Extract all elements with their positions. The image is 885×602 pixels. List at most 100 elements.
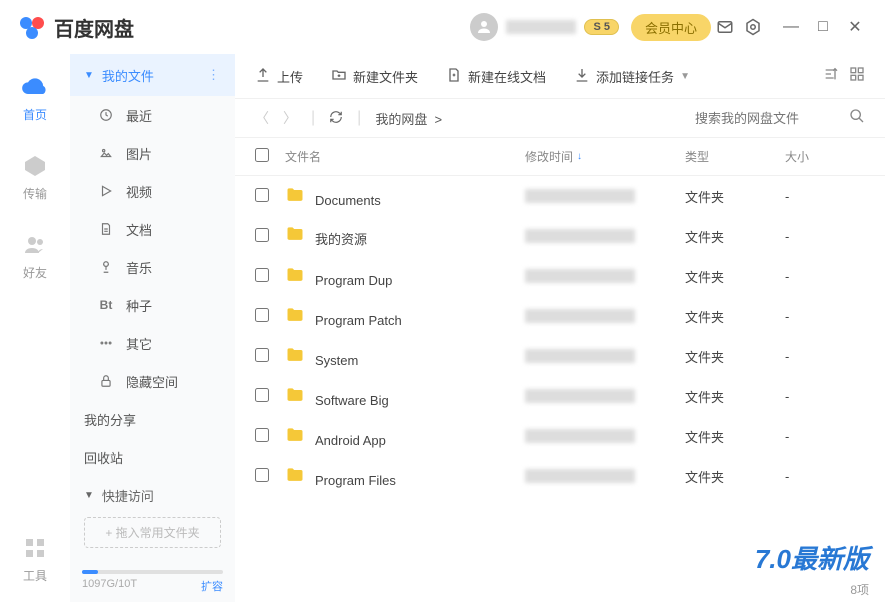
- nav-tools[interactable]: 工具: [20, 533, 50, 584]
- status-count: 8项: [850, 581, 869, 598]
- file-name: Android App: [285, 425, 525, 448]
- sidebar-item-label: 图片: [126, 144, 152, 163]
- sidebar-item-label: 视频: [126, 182, 152, 201]
- user-area: S 5: [470, 13, 619, 41]
- table-row[interactable]: Android App文件夹-: [235, 416, 885, 456]
- vip-center-button[interactable]: 会员中心: [631, 14, 711, 41]
- file-name: Program Dup: [285, 265, 525, 288]
- file-type: 文件夹: [685, 267, 785, 286]
- drop-hint[interactable]: + 拖入常用文件夹: [84, 517, 221, 548]
- clock-icon: [98, 108, 114, 122]
- cloud-icon: [20, 72, 50, 102]
- sidebar-item-music[interactable]: 音乐: [70, 248, 235, 286]
- sort-icon[interactable]: [823, 66, 839, 87]
- new-folder-button[interactable]: 新建文件夹: [331, 67, 418, 86]
- sidebar-item-doc[interactable]: 文档: [70, 210, 235, 248]
- table-row[interactable]: Program Dup文件夹-: [235, 256, 885, 296]
- upload-button[interactable]: 上传: [255, 67, 303, 86]
- version-watermark: 7.0最新版: [755, 539, 869, 576]
- minimize-button[interactable]: —: [777, 13, 805, 41]
- sidebar-item-label: 音乐: [126, 258, 152, 277]
- sidebar-item-play[interactable]: 视频: [70, 172, 235, 210]
- settings-icon[interactable]: [739, 13, 767, 41]
- file-name: Program Patch: [285, 305, 525, 328]
- avatar[interactable]: [470, 13, 498, 41]
- row-checkbox[interactable]: [255, 388, 269, 402]
- sidebar-item-label: 其它: [126, 334, 152, 353]
- tools-icon: [20, 533, 50, 563]
- sidebar-trash[interactable]: 回收站: [70, 438, 235, 476]
- sort-arrow-down-icon: ↓: [577, 151, 582, 162]
- new-doc-button[interactable]: 新建在线文档: [446, 67, 546, 86]
- col-type[interactable]: 类型: [685, 148, 785, 165]
- sidebar-quick-access[interactable]: ▼ 快捷访问: [70, 476, 235, 511]
- play-icon: [98, 184, 114, 198]
- back-button[interactable]: 〈: [255, 108, 269, 128]
- file-type: 文件夹: [685, 387, 785, 406]
- file-time: [525, 429, 685, 443]
- row-checkbox[interactable]: [255, 348, 269, 362]
- row-checkbox[interactable]: [255, 468, 269, 482]
- file-time: [525, 389, 685, 403]
- add-link-button[interactable]: 添加链接任务 ▼: [574, 67, 690, 86]
- breadcrumb[interactable]: 我的网盘 >: [375, 109, 442, 128]
- table-row[interactable]: System文件夹-: [235, 336, 885, 376]
- file-type: 文件夹: [685, 307, 785, 326]
- toolbar: 上传 新建文件夹 新建在线文档 添加链接任务 ▼: [235, 54, 885, 98]
- sidebar-item-lock[interactable]: 隐藏空间: [70, 362, 235, 400]
- search-input[interactable]: [695, 111, 835, 126]
- row-checkbox[interactable]: [255, 308, 269, 322]
- select-all-checkbox[interactable]: [255, 148, 269, 162]
- close-button[interactable]: ✕: [841, 13, 869, 41]
- sidebar-item-label: 种子: [126, 296, 152, 315]
- maximize-button[interactable]: □: [809, 13, 837, 41]
- sidebar-item-label: 隐藏空间: [126, 372, 178, 391]
- grid-view-icon[interactable]: [849, 66, 865, 87]
- row-checkbox[interactable]: [255, 268, 269, 282]
- file-time: [525, 309, 685, 323]
- table-row[interactable]: Documents文件夹-: [235, 176, 885, 216]
- chevron-down-icon: ▼: [680, 71, 690, 82]
- row-checkbox[interactable]: [255, 228, 269, 242]
- sidebar-item-label: 回收站: [84, 448, 123, 467]
- table-row[interactable]: 我的资源文件夹-: [235, 216, 885, 256]
- sidebar-item-clock[interactable]: 最近: [70, 96, 235, 134]
- sidebar-my-share[interactable]: 我的分享: [70, 400, 235, 438]
- nav-transfer[interactable]: 传输: [20, 151, 50, 202]
- file-size: -: [785, 229, 865, 244]
- col-size[interactable]: 大小: [785, 148, 865, 165]
- file-type: 文件夹: [685, 187, 785, 206]
- storage-bar: [82, 570, 223, 574]
- nav-home[interactable]: 首页: [20, 72, 50, 123]
- row-checkbox[interactable]: [255, 428, 269, 442]
- refresh-button[interactable]: [329, 110, 343, 127]
- sidebar-my-files[interactable]: ▼ 我的文件 ⋮: [70, 54, 235, 96]
- folder-icon: [285, 193, 305, 208]
- svip-badge: S 5: [584, 19, 619, 35]
- nav-friends[interactable]: 好友: [20, 230, 50, 281]
- nav-label: 好友: [23, 264, 47, 281]
- tool-label: 添加链接任务: [596, 67, 674, 86]
- folder-icon: [285, 313, 305, 328]
- sidebar-item-other[interactable]: 其它: [70, 324, 235, 362]
- folder-icon: [285, 232, 305, 247]
- row-checkbox[interactable]: [255, 188, 269, 202]
- storage-expand[interactable]: 扩容: [201, 578, 223, 594]
- col-time[interactable]: 修改时间 ↓: [525, 148, 685, 165]
- mail-icon[interactable]: [711, 13, 739, 41]
- sidebar-item-bt[interactable]: Bt种子: [70, 286, 235, 324]
- forward-button[interactable]: 〉: [283, 108, 297, 128]
- more-icon[interactable]: ⋮: [207, 67, 221, 83]
- file-type: 文件夹: [685, 347, 785, 366]
- col-name[interactable]: 文件名: [285, 148, 525, 165]
- transfer-icon: [20, 151, 50, 181]
- sidebar-item-image[interactable]: 图片: [70, 134, 235, 172]
- username: [506, 20, 576, 34]
- sidebar-sec-label: 快捷访问: [102, 486, 154, 505]
- nav-label: 工具: [23, 567, 47, 584]
- search-icon[interactable]: [849, 108, 865, 129]
- lock-icon: [98, 374, 114, 388]
- table-row[interactable]: Software Big文件夹-: [235, 376, 885, 416]
- table-row[interactable]: Program Patch文件夹-: [235, 296, 885, 336]
- table-row[interactable]: Program Files文件夹-: [235, 456, 885, 496]
